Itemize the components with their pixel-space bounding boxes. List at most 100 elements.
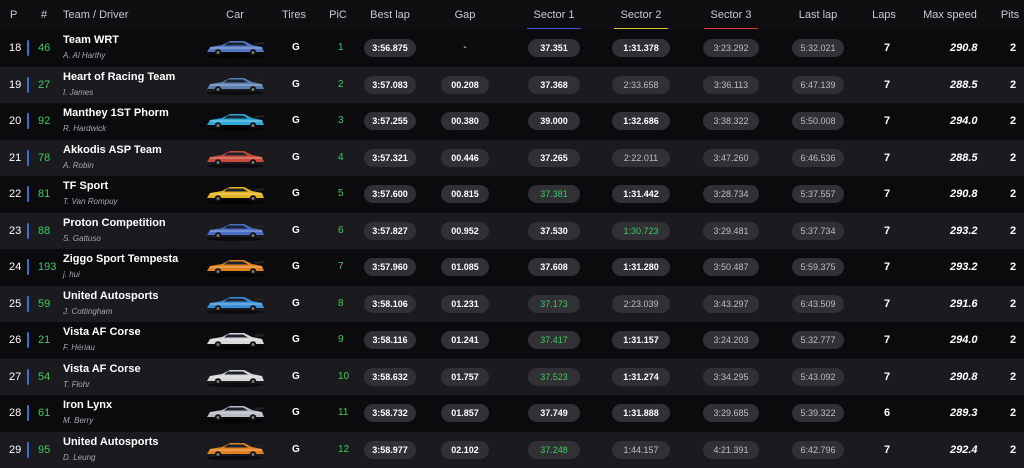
- header-team-driver[interactable]: Team / Driver: [63, 9, 128, 21]
- sector2-underline: [614, 28, 668, 29]
- best-lap-pill: 3:58.977: [364, 440, 416, 459]
- team-name[interactable]: Proton Competition: [63, 217, 166, 229]
- best-lap-pill: 3:58.732: [364, 404, 416, 422]
- driver-name[interactable]: I. James: [63, 88, 93, 97]
- class-color-bar: [27, 222, 29, 239]
- team-name[interactable]: Team WRT: [63, 34, 119, 46]
- driver-name[interactable]: A. Robin: [63, 161, 94, 170]
- sector1-pill: 37.523: [528, 367, 580, 386]
- table-row[interactable]: 29 95 United Autosports D. Leung G 12 3:58.97…: [0, 431, 1024, 468]
- sector1-pill: 37.608: [528, 258, 580, 276]
- class-color-bar: [27, 368, 29, 385]
- table-row[interactable]: 23 88 Proton Competition S. Gattuso G 6 3:57.…: [0, 212, 1024, 249]
- header-gap[interactable]: Gap: [455, 9, 476, 21]
- table-row[interactable]: 28 61 Iron Lynx M. Berry G 11 3:58.732 01.857 3…: [0, 395, 1024, 431]
- table-row[interactable]: 25 59 United Autosports J. Cottingham G 8 3:5…: [0, 285, 1024, 322]
- team-name[interactable]: United Autosports: [63, 436, 159, 448]
- car-number: 78: [38, 151, 51, 164]
- sector3-pill: 3:36.113: [703, 75, 759, 94]
- car-number: 92: [38, 115, 51, 127]
- last-lap-pill: 5:37.557: [792, 185, 844, 203]
- driver-name[interactable]: J. Cottingham: [63, 307, 112, 316]
- team-name[interactable]: TF Sport: [63, 180, 108, 192]
- sector3-pill: 3:50.487: [703, 258, 759, 276]
- last-lap-pill: 5:50.008: [792, 112, 844, 130]
- header-last-lap[interactable]: Last lap: [799, 9, 838, 21]
- best-lap-pill: 3:57.827: [364, 221, 416, 240]
- driver-name[interactable]: T. Van Rompuy: [63, 197, 118, 206]
- table-row[interactable]: 24 193 Ziggo Sport Tempesta j. hui G 7 3:57.9…: [0, 249, 1024, 285]
- table-row[interactable]: 18 46 Team WRT A. Al Harthy G 1 3:56.875-37.3…: [0, 30, 1024, 66]
- best-lap-pill: 3:57.083: [364, 75, 416, 94]
- table-row[interactable]: 21 78 Akkodis ASP Team A. Robin G 4 3:57.321 0…: [0, 139, 1024, 176]
- last-lap-pill: 6:43.509: [792, 294, 844, 313]
- team-name[interactable]: Ziggo Sport Tempesta: [63, 253, 178, 265]
- header-car[interactable]: Car: [226, 9, 244, 21]
- header-position[interactable]: P: [10, 9, 17, 21]
- table-row[interactable]: 27 54 Vista AF Corse T. Flohr G 10 3:58.632 01…: [0, 358, 1024, 395]
- driver-name[interactable]: D. Leung: [63, 453, 95, 462]
- sector3-pill: 4:21.391: [703, 440, 759, 459]
- class-color-bar: [27, 149, 29, 166]
- header-sector1[interactable]: Sector 1: [534, 9, 575, 21]
- sector1-pill: 39.000: [528, 112, 580, 130]
- sector2-pill: 2:23.039: [612, 294, 670, 313]
- team-name[interactable]: Vista AF Corse: [63, 326, 141, 338]
- header-max-speed[interactable]: Max speed: [923, 9, 977, 21]
- header-laps[interactable]: Laps: [872, 9, 896, 21]
- sector3-pill: 3:47.260: [703, 148, 759, 167]
- table-row[interactable]: 19 27 Heart of Racing Team I. James G 2 3:57.…: [0, 66, 1024, 103]
- header-pic[interactable]: PiC: [329, 9, 347, 21]
- position: 18: [9, 42, 22, 54]
- driver-name[interactable]: R. Hardwick: [63, 124, 106, 133]
- sector2-pill: 1:31.378: [612, 39, 670, 57]
- class-color-bar: [27, 76, 29, 93]
- header-sector3[interactable]: Sector 3: [711, 9, 752, 21]
- sector2-pill: 2:33.658: [612, 75, 670, 94]
- driver-name[interactable]: M. Berry: [63, 416, 93, 425]
- last-lap-pill: 5:32.021: [792, 39, 844, 57]
- car-number: 46: [38, 42, 51, 54]
- driver-name[interactable]: j. hui: [63, 270, 80, 279]
- gap-pill: 00.446: [441, 148, 489, 167]
- best-lap-pill: 3:57.960: [364, 258, 416, 276]
- team-name[interactable]: Manthey 1ST Phorm: [63, 107, 169, 119]
- sector1-underline: [527, 28, 581, 29]
- sector1-pill: 37.248: [528, 440, 580, 459]
- mclaren-720s-gt3-icon: [204, 256, 266, 278]
- class-color-bar: [27, 295, 29, 312]
- driver-name[interactable]: A. Al Harthy: [63, 51, 105, 60]
- header-tires[interactable]: Tires: [282, 9, 306, 21]
- car-number: 88: [38, 224, 51, 237]
- team-name[interactable]: Akkodis ASP Team: [63, 144, 162, 156]
- position: 26: [9, 334, 22, 346]
- sector2-pill: 1:30.723: [612, 221, 670, 240]
- driver-name[interactable]: F. Hériau: [63, 343, 95, 352]
- sector3-pill: 3:29.685: [703, 404, 759, 422]
- sector3-pill: 3:28.734: [703, 185, 759, 203]
- team-name[interactable]: Vista AF Corse: [63, 363, 141, 375]
- class-color-bar: [27, 332, 29, 348]
- driver-name[interactable]: S. Gattuso: [63, 234, 101, 243]
- gap-pill: 01.085: [441, 258, 489, 276]
- header-sector2[interactable]: Sector 2: [621, 9, 662, 21]
- header-best-lap[interactable]: Best lap: [370, 9, 410, 21]
- header-number[interactable]: #: [41, 9, 47, 21]
- corvette-z06-gt3-icon: [204, 183, 266, 205]
- ferrari-296-gt3-icon: [204, 329, 266, 351]
- sector3-pill: 3:43.297: [703, 294, 759, 313]
- aston-martin-gt3-icon: [204, 74, 266, 96]
- team-name[interactable]: Heart of Racing Team: [63, 71, 175, 83]
- sector3-pill: 3:24.203: [703, 331, 759, 349]
- porsche-911-gt3-r-icon: [204, 110, 266, 132]
- table-row[interactable]: 26 21 Vista AF Corse F. Hériau G 9 3:58.116 01…: [0, 322, 1024, 358]
- table-row[interactable]: 20 92 Manthey 1ST Phorm R. Hardwick G 3 3:57.…: [0, 103, 1024, 139]
- ferrari-296-gt3-icon: [204, 366, 266, 388]
- driver-name[interactable]: T. Flohr: [63, 380, 90, 389]
- team-name[interactable]: Iron Lynx: [63, 399, 112, 411]
- header-pits[interactable]: Pits: [1001, 9, 1019, 21]
- team-name[interactable]: United Autosports: [63, 290, 159, 302]
- table-row[interactable]: 22 81 TF Sport T. Van Rompuy G 5 3:57.600 00.8…: [0, 176, 1024, 212]
- class-color-bar: [27, 113, 29, 129]
- last-lap-pill: 5:43.092: [792, 367, 844, 386]
